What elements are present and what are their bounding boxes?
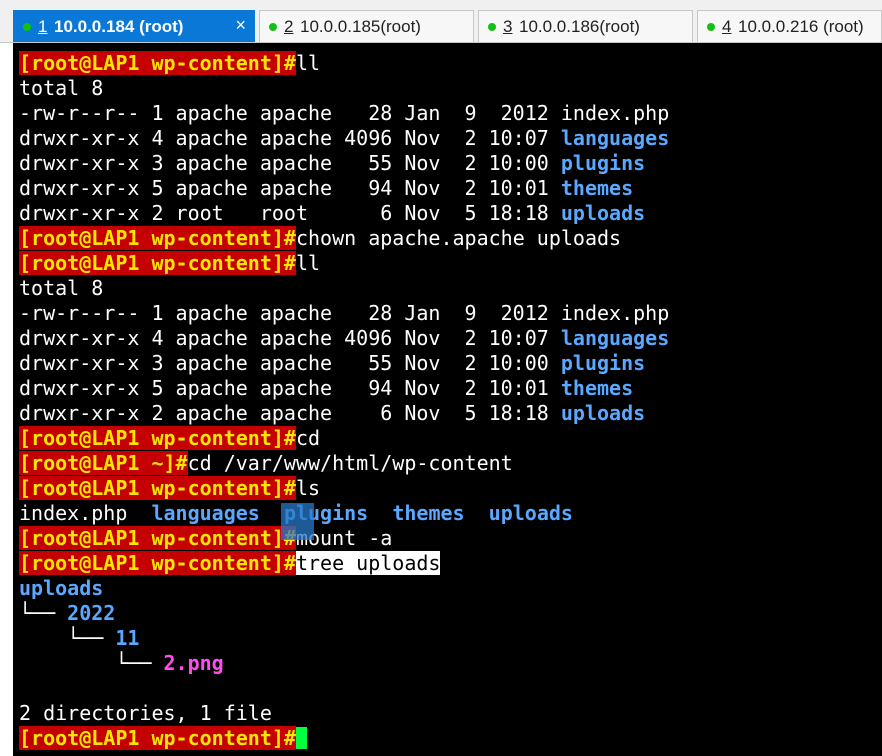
listing-meta: drwxr-xr-x 5 apache apache 94 Nov 2 10:0… (19, 376, 561, 400)
listing-row: drwxr-xr-x 4 apache apache 4096 Nov 2 10… (19, 326, 669, 351)
tab-session-3[interactable]: 3 10.0.0.186(root) (478, 10, 693, 42)
terminal-output[interactable]: [root@LAP1 wp-content]#ll total 8 -rw-r-… (13, 43, 882, 756)
tree-branch: └── (19, 651, 164, 675)
dir-name: plugins (560, 151, 646, 175)
listing-meta: drwxr-xr-x 3 apache apache 55 Nov 2 10:0… (19, 351, 561, 375)
listing-row: drwxr-xr-x 3 apache apache 55 Nov 2 10:0… (19, 351, 645, 376)
file-name: index.php (560, 301, 670, 325)
tab-number: 4 (722, 17, 732, 36)
listing-row: drwxr-xr-x 2 root root 6 Nov 5 18:18 upl… (19, 201, 645, 226)
listing-meta: drwxr-xr-x 2 root root 6 Nov 5 18:18 (19, 201, 561, 225)
terminal-line: [root@LAP1 wp-content]#cd (19, 426, 320, 451)
listing-row: drwxr-xr-x 4 apache apache 4096 Nov 2 10… (19, 126, 669, 151)
selected-command-text: tree uploads (295, 551, 441, 575)
command-text: ll (295, 251, 321, 275)
tab-number: 1 (38, 17, 48, 36)
status-dot-icon (23, 23, 31, 31)
tab-title: 10.0.0.216 (root) (738, 17, 864, 36)
listing-meta: drwxr-xr-x 2 apache apache 6 Nov 5 18:18 (19, 401, 561, 425)
listing-meta: drwxr-xr-x 4 apache apache 4096 Nov 2 10… (19, 326, 561, 350)
dir-name: uploads (19, 576, 104, 600)
tree-line: └── 2.png (19, 651, 224, 676)
status-dot-icon (488, 23, 496, 31)
terminal-line: 2 directories, 1 file (19, 701, 272, 725)
listing-meta: drwxr-xr-x 5 apache apache 94 Nov 2 10:0… (19, 176, 561, 200)
listing-row: drwxr-xr-x 5 apache apache 94 Nov 2 10:0… (19, 376, 633, 401)
tab-bar: 1 10.0.0.184 (root) × 2 10.0.0.185(root)… (0, 0, 882, 43)
command-text: ls (295, 476, 321, 500)
terminal-line: total 8 (19, 276, 104, 300)
tab-title: 10.0.0.184 (root) (54, 17, 184, 36)
shell-prompt: [root@LAP1 wp-content]# (19, 476, 296, 500)
file-name: 2.png (163, 651, 224, 675)
listing-row: drwxr-xr-x 5 apache apache 94 Nov 2 10:0… (19, 176, 633, 201)
status-dot-icon (707, 23, 715, 31)
shell-prompt: [root@LAP1 wp-content]# (19, 251, 296, 275)
dir-name: languages (560, 326, 670, 350)
listing-row: drwxr-xr-x 3 apache apache 55 Nov 2 10:0… (19, 151, 645, 176)
tree-branch: └── (19, 626, 116, 650)
terminal-line: [root@LAP1 wp-content]#ls (19, 476, 320, 501)
listing-meta: drwxr-xr-x 4 apache apache 4096 Nov 2 10… (19, 126, 561, 150)
dir-name: 11 (115, 626, 140, 650)
dir-name: uploads (488, 501, 573, 525)
dir-name: themes (560, 376, 634, 400)
listing-meta: -rw-r--r-- 1 apache apache 28 Jan 9 2012 (19, 101, 561, 125)
terminal-line: [root@LAP1 wp-content]#ll (19, 51, 320, 76)
left-margin (0, 43, 13, 756)
terminal-line: [root@LAP1 wp-content]#ll (19, 251, 320, 276)
terminal-line: [root@LAP1 ~]#cd /var/www/html/wp-conten… (19, 451, 513, 476)
status-dot-icon (269, 23, 277, 31)
command-text: cd /var/www/html/wp-content (187, 451, 513, 475)
tree-branch: └── (19, 601, 68, 625)
dir-name: plugins (560, 351, 646, 375)
dir-name: themes (392, 501, 465, 525)
listing-row: -rw-r--r-- 1 apache apache 28 Jan 9 2012… (19, 101, 669, 126)
shell-prompt: [root@LAP1 wp-content]# (19, 726, 296, 750)
tab-number: 3 (503, 17, 513, 36)
terminal-line: [root@LAP1 wp-content]#tree uploads (19, 551, 441, 576)
terminal-line: total 8 (19, 76, 104, 100)
shell-prompt: [root@LAP1 ~]# (19, 451, 188, 475)
tab-session-2[interactable]: 2 10.0.0.185(root) (259, 10, 474, 42)
cursor-block (295, 727, 307, 749)
dir-name: uploads (560, 401, 646, 425)
command-text: ll (295, 51, 321, 75)
tab-title: 10.0.0.185(root) (300, 17, 421, 36)
listing-meta: drwxr-xr-x 3 apache apache 55 Nov 2 10:0… (19, 151, 561, 175)
tab-session-4[interactable]: 4 10.0.0.216 (root) (697, 10, 882, 42)
ime-icon[interactable] (281, 503, 314, 540)
shell-prompt: [root@LAP1 wp-content]# (19, 226, 296, 250)
tab-session-1[interactable]: 1 10.0.0.184 (root) × (13, 10, 255, 42)
tree-line: └── 11 (19, 626, 139, 651)
shell-prompt: [root@LAP1 wp-content]# (19, 426, 296, 450)
command-text: cd (295, 426, 321, 450)
tab-title: 10.0.0.186(root) (519, 17, 640, 36)
shell-prompt: [root@LAP1 wp-content]# (19, 526, 296, 550)
shell-prompt: [root@LAP1 wp-content]# (19, 51, 296, 75)
dir-name: themes (560, 176, 634, 200)
dir-name: languages (151, 501, 260, 525)
terminal-line: [root@LAP1 wp-content]#mount -a (19, 526, 392, 551)
close-icon[interactable]: × (235, 15, 246, 36)
listing-meta: -rw-r--r-- 1 apache apache 28 Jan 9 2012 (19, 301, 561, 325)
dir-name: uploads (560, 201, 646, 225)
listing-row: drwxr-xr-x 2 apache apache 6 Nov 5 18:18… (19, 401, 645, 426)
tree-line: └── 2022 (19, 601, 115, 626)
command-text: chown apache.apache uploads (295, 226, 622, 250)
dir-name: languages (560, 126, 670, 150)
shell-prompt: [root@LAP1 wp-content]# (19, 551, 296, 575)
terminal-line: [root@LAP1 wp-content]#chown apache.apac… (19, 226, 621, 251)
file-name: index.php (19, 501, 128, 525)
tab-number: 2 (284, 17, 294, 36)
dir-name: 2022 (67, 601, 116, 625)
tree-root: uploads (19, 576, 103, 601)
terminal-line: [root@LAP1 wp-content]# (19, 726, 307, 751)
listing-row: -rw-r--r-- 1 apache apache 28 Jan 9 2012… (19, 301, 669, 326)
file-name: index.php (560, 101, 670, 125)
